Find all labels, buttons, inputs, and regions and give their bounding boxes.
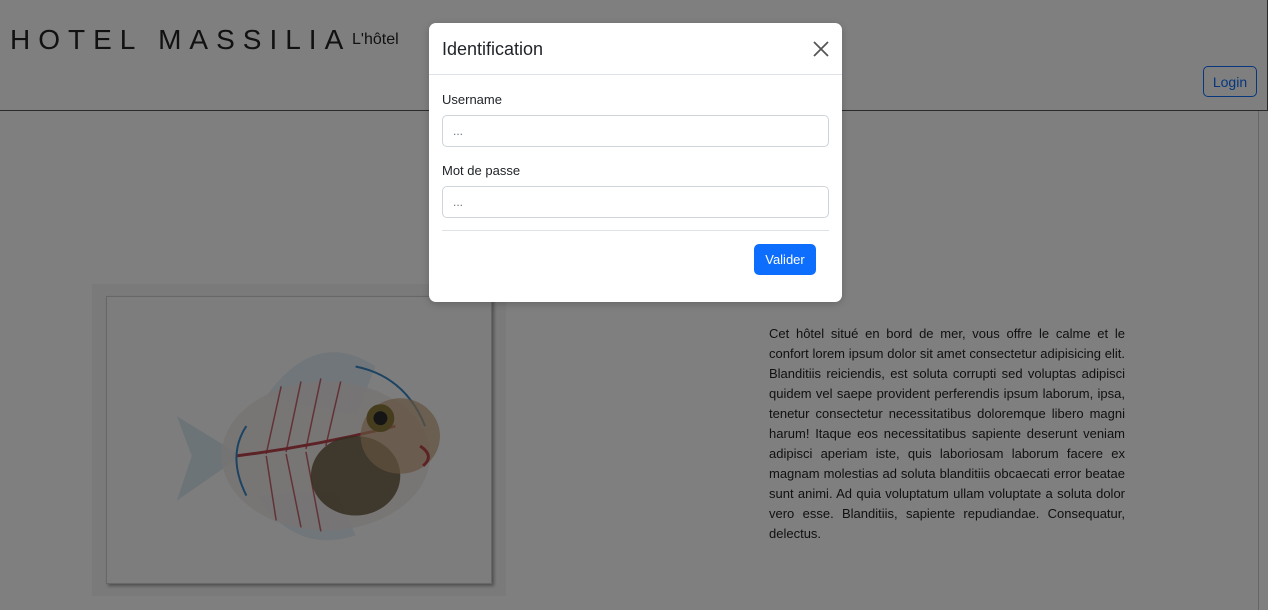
username-input[interactable] (442, 115, 829, 147)
modal-title: Identification (442, 39, 544, 59)
password-input[interactable] (442, 186, 829, 218)
modal-header: Identification (429, 23, 842, 75)
username-label: Username (442, 92, 502, 107)
close-button[interactable] (811, 39, 831, 59)
login-modal: Identification Username Mot de passe Val… (429, 23, 842, 302)
password-label: Mot de passe (442, 163, 521, 178)
close-icon (813, 41, 829, 57)
submit-button[interactable]: Valider (754, 244, 816, 275)
modal-divider (442, 230, 829, 231)
